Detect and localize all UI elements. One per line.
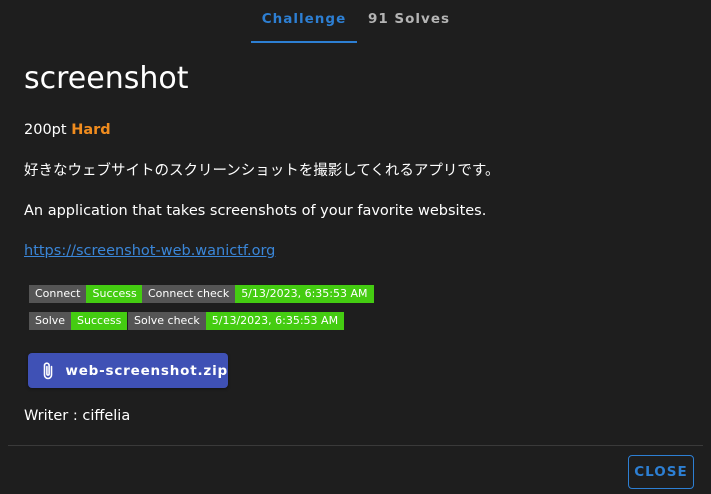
badge-value: Success <box>71 312 128 330</box>
solve-status-badge: Solve Success <box>29 312 128 330</box>
active-tab-indicator <box>251 41 357 43</box>
challenge-dialog: Challenge 91 Solves screenshot 200pt Har… <box>0 0 711 494</box>
badge-label: Connect check <box>142 285 236 303</box>
tab-challenge[interactable]: Challenge <box>251 0 357 44</box>
connect-check-badge: Connect check 5/13/2023, 6:35:53 AM <box>142 285 374 303</box>
tab-solves[interactable]: 91 Solves <box>357 0 461 44</box>
attachment-filename: web-screenshot.zip <box>65 362 228 379</box>
challenge-url-link[interactable]: https://screenshot-web.wanictf.org <box>24 241 275 261</box>
challenge-title: screenshot <box>24 61 189 96</box>
badge-label: Connect <box>29 285 87 303</box>
badge-label: Solve check <box>128 312 206 330</box>
download-attachment-button[interactable]: web-screenshot.zip <box>28 353 228 388</box>
points-value: 200pt <box>24 122 67 138</box>
badge-value: 5/13/2023, 6:35:53 AM <box>205 312 345 330</box>
badge-label: Solve <box>29 312 72 330</box>
description-japanese: 好きなウェブサイトのスクリーンショットを撮影してくれるアプリです。 <box>24 163 500 179</box>
footer-divider <box>8 445 703 446</box>
tab-bar: Challenge 91 Solves <box>0 0 711 44</box>
close-button[interactable]: CLOSE <box>628 455 694 489</box>
paperclip-icon <box>42 361 54 380</box>
writer-credit: Writer : ciffelia <box>24 408 131 424</box>
description-english: An application that takes screenshots of… <box>24 203 487 219</box>
solve-check-badge: Solve check 5/13/2023, 6:35:53 AM <box>128 312 345 330</box>
difficulty-label: Hard <box>71 122 111 138</box>
connect-status-badge: Connect Success <box>29 285 143 303</box>
badge-value: Success <box>86 285 143 303</box>
badge-value: 5/13/2023, 6:35:53 AM <box>235 285 374 303</box>
challenge-points: 200pt Hard <box>24 120 111 140</box>
